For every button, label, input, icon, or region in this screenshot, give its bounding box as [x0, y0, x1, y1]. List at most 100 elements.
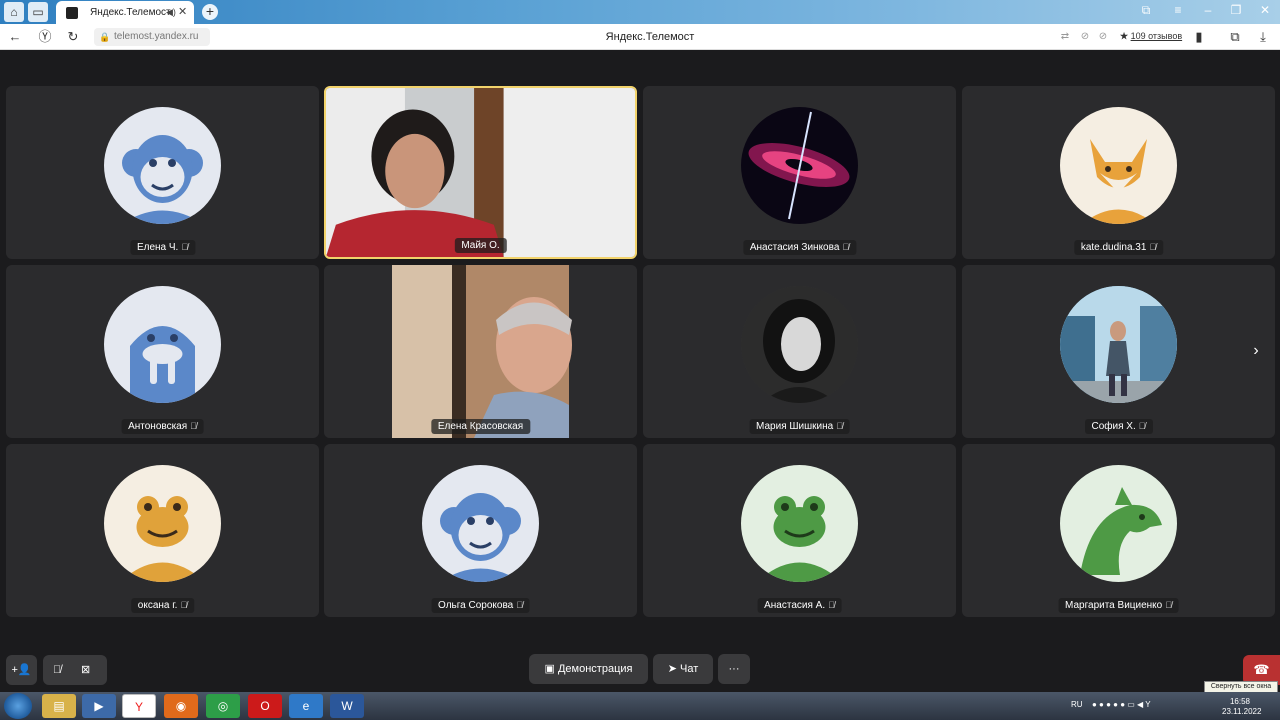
chat-label: Чат [680, 663, 699, 675]
send-icon: ➤ [667, 663, 677, 675]
reviews-label: 109 отзывов [1130, 31, 1183, 41]
invite-participant-button[interactable]: +👤 [6, 655, 37, 685]
dolphin-avatar-icon [1060, 465, 1177, 582]
participant-name: Анастасия Зинкова 🎙̸ [742, 240, 857, 255]
participant-video [324, 265, 637, 438]
frog-avatar-icon [104, 465, 221, 582]
page-title: Яндекс.Телемост [605, 31, 695, 43]
participant-name: Елена Ч. 🎙̸ [129, 240, 196, 255]
chrome-icon[interactable]: ◎ [206, 694, 240, 718]
browser-tab-strip: ⌂ ▭ Яндекс.Телемост ◀) ✕ + ⧉ ≡ – ❐ ✕ [0, 0, 1280, 24]
lock-icon: 🔒 [99, 32, 111, 42]
internet-explorer-icon[interactable]: e [289, 694, 323, 718]
participant-tile[interactable]: Ольга Сорокова 🎙̸ [324, 444, 637, 617]
mic-muted-icon: 🎙̸ [516, 600, 523, 610]
opera-icon[interactable]: O [248, 694, 282, 718]
participant-tile[interactable]: Маргарита Вициенко 🎙̸ [962, 444, 1275, 617]
galaxy-photo-avatar [741, 107, 858, 224]
telemost-favicon-icon [66, 7, 78, 19]
download-icon[interactable]: ⤓ [1254, 28, 1272, 46]
os-taskbar: ▤ ▶ Y ◉ ◎ O e W RU ● ● ● ● ● ▭ ◀ Y 16:58… [0, 692, 1280, 720]
participant-name: kate.dudina.31 🎙̸ [1073, 240, 1164, 255]
share-icon[interactable]: ⇄ [1056, 28, 1074, 46]
city-photo-avatar [1060, 286, 1177, 403]
mic-muted-icon: 🎙̸ [828, 600, 835, 610]
participant-tile[interactable]: Мария Шишкина 🎙̸ [643, 265, 956, 438]
reload-icon[interactable]: ↻ [64, 28, 82, 46]
mic-muted-icon: 🎙̸ [1138, 421, 1146, 431]
participant-name: Мария Шишкина 🎙̸ [749, 419, 850, 434]
mic-muted-icon: 🎙̸ [1149, 242, 1157, 252]
participant-name: София Х. 🎙̸ [1084, 419, 1153, 434]
phone-icon: ☎ [1253, 662, 1270, 677]
tabs-icon[interactable]: ▭ [28, 2, 48, 22]
participant-tile[interactable]: Анастасия Зинкова 🎙̸ [643, 86, 956, 259]
system-clock[interactable]: 16:58 23.11.2022 [1222, 697, 1262, 717]
media-player-icon[interactable]: ▶ [82, 694, 116, 718]
address-bar: ← Ⓨ ↻ 🔒 telemost.yandex.ru Яндекс.Телемо… [0, 24, 1280, 50]
more-button[interactable]: ··· [718, 654, 750, 684]
clock-date: 23.11.2022 [1222, 707, 1262, 716]
browser-tab[interactable]: Яндекс.Телемост ◀) ✕ [56, 1, 194, 24]
participant-name: Майя О. [454, 238, 507, 253]
participant-tile[interactable]: София Х. 🎙̸ [962, 265, 1275, 438]
mic-muted-icon: 🎙̸ [181, 242, 189, 252]
restore-icon[interactable]: ❐ [1226, 3, 1246, 17]
minimize-icon[interactable]: – [1198, 3, 1218, 17]
bookmark-icon[interactable]: ▮ [1190, 28, 1208, 46]
language-indicator[interactable]: RU [1071, 700, 1083, 709]
bookmark-window-icon[interactable]: ⧉ [1136, 3, 1156, 18]
screen-share-button[interactable]: ▣ Демонстрация [529, 654, 648, 684]
frog-avatar-icon [741, 465, 858, 582]
participant-video [326, 88, 635, 257]
participant-tile[interactable]: Елена Красовская [324, 265, 637, 438]
clock-time: 16:58 [1229, 697, 1251, 706]
participant-tile-active[interactable]: Майя О. [324, 86, 637, 259]
participant-tile[interactable]: kate.dudina.31 🎙̸ [962, 86, 1275, 259]
chat-button[interactable]: ➤ Чат [653, 654, 713, 684]
participant-name: Антоновская 🎙̸ [121, 419, 204, 434]
participant-tile[interactable]: Анастасия А. 🎙̸ [643, 444, 956, 617]
windows-start-icon[interactable] [4, 693, 32, 719]
explorer-icon[interactable]: ▤ [42, 694, 76, 718]
mic-muted-icon: 🎙̸ [190, 421, 197, 431]
tab-title: Яндекс.Телемост [90, 7, 171, 18]
collections-icon[interactable]: ⧉ [1226, 28, 1244, 46]
mic-muted-icon: 🎙̸ [842, 242, 850, 252]
camera-off-icon[interactable]: ⊠ [81, 655, 90, 685]
sound-icon[interactable]: ◀) [166, 1, 176, 24]
monkey-avatar-icon [422, 465, 539, 582]
media-controls: 🎙̸ ⊠ [43, 655, 107, 685]
tray-icons[interactable]: ● ● ● ● ● ▭ ◀ Y [1092, 700, 1151, 709]
mic-muted-icon: 🎙̸ [180, 600, 188, 610]
close-tab-icon[interactable]: ✕ [178, 1, 187, 24]
participant-tile[interactable]: Антоновская 🎙̸ [6, 265, 319, 438]
mic-off-icon[interactable]: 🎙̸ [53, 655, 61, 685]
menu-icon[interactable]: ≡ [1168, 3, 1188, 17]
new-tab-button[interactable]: + [202, 4, 218, 20]
participant-tile[interactable]: оксана г. 🎙̸ [6, 444, 319, 617]
mic-muted-icon: 🎙̸ [836, 421, 843, 431]
reviews-link[interactable]: ★ 109 отзывов [1120, 31, 1182, 42]
word-icon[interactable]: W [330, 694, 364, 718]
screen-share-label: Демонстрация [557, 663, 633, 675]
monkey-avatar-icon [104, 107, 221, 224]
back-icon[interactable]: ← [6, 28, 24, 46]
close-window-icon[interactable]: ✕ [1255, 3, 1275, 17]
star-icon: ★ [1120, 31, 1129, 41]
participant-name: оксана г. 🎙̸ [130, 598, 195, 613]
firefox-icon[interactable]: ◉ [164, 694, 198, 718]
participant-name: Елена Красовская [430, 419, 531, 434]
home-icon[interactable]: ⌂ [4, 2, 24, 22]
camera-off-icon[interactable]: ⊘ [1076, 28, 1094, 46]
add-user-icon: +👤 [11, 664, 32, 676]
yandex-browser-icon[interactable]: Y [122, 694, 156, 718]
url-text: telemost.yandex.ru [114, 31, 199, 42]
url-field[interactable]: 🔒 telemost.yandex.ru [94, 28, 210, 46]
yandex-icon[interactable]: Ⓨ [36, 28, 54, 46]
mic-off-icon[interactable]: ⊘ [1094, 28, 1112, 46]
more-icon: ··· [728, 663, 740, 675]
participant-tile[interactable]: Елена Ч. 🎙̸ [6, 86, 319, 259]
next-page-chevron-icon[interactable]: › [1245, 340, 1267, 362]
screen-share-icon: ▣ [544, 663, 555, 675]
